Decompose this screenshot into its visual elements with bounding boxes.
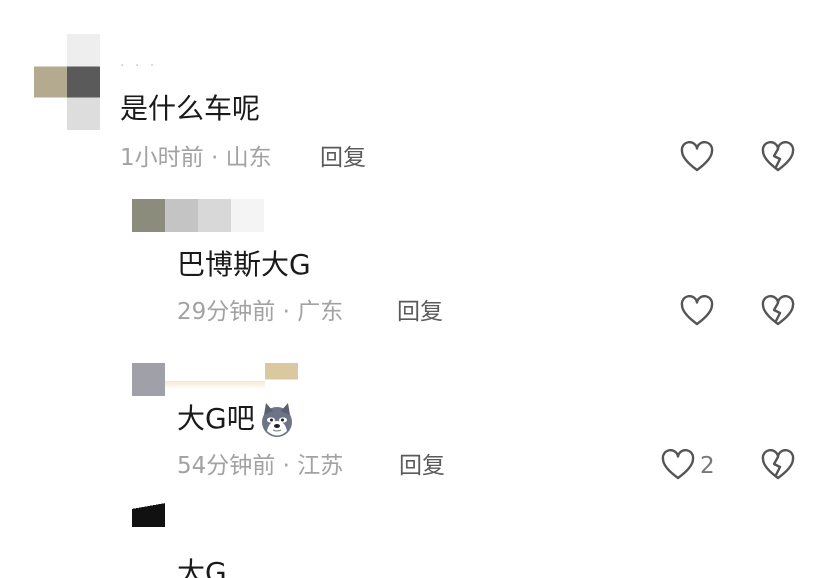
husky-dog-emoji (261, 403, 292, 437)
reply-button[interactable]: 回复 (397, 297, 443, 327)
comment-meta: 29分钟前 · 广东 (177, 299, 344, 325)
reply-button[interactable]: 回复 (320, 143, 366, 173)
avatar[interactable] (34, 34, 100, 130)
comment-meta: 54分钟前 · 江苏 (177, 453, 344, 479)
comment-text: 巴博斯大G (177, 248, 311, 281)
broken-heart-icon[interactable] (761, 449, 795, 483)
avatar[interactable] (132, 503, 165, 527)
username-blurred[interactable]: · · · (120, 58, 157, 74)
comment-text: 大G (177, 556, 227, 578)
broken-heart-icon[interactable] (761, 141, 795, 175)
reply-button[interactable]: 回复 (399, 451, 445, 481)
comment-text-content: 大G吧 (177, 402, 255, 435)
heart-outline-icon[interactable] (661, 449, 695, 483)
comment-text: 是什么车呢 (120, 92, 261, 125)
broken-heart-icon[interactable] (761, 295, 795, 329)
avatar[interactable] (132, 363, 298, 396)
comment-meta: 1小时前 · 山东 (120, 145, 272, 171)
heart-outline-icon[interactable] (680, 141, 714, 175)
comment-thread: · · · 是什么车呢 1小时前 · 山东 回复 巴博斯大G 29分钟前 · 广… (0, 0, 828, 578)
comment-text: 大G吧 (177, 400, 297, 440)
like-count: 2 (700, 453, 715, 479)
heart-outline-icon[interactable] (680, 295, 714, 329)
avatar[interactable] (132, 199, 264, 232)
